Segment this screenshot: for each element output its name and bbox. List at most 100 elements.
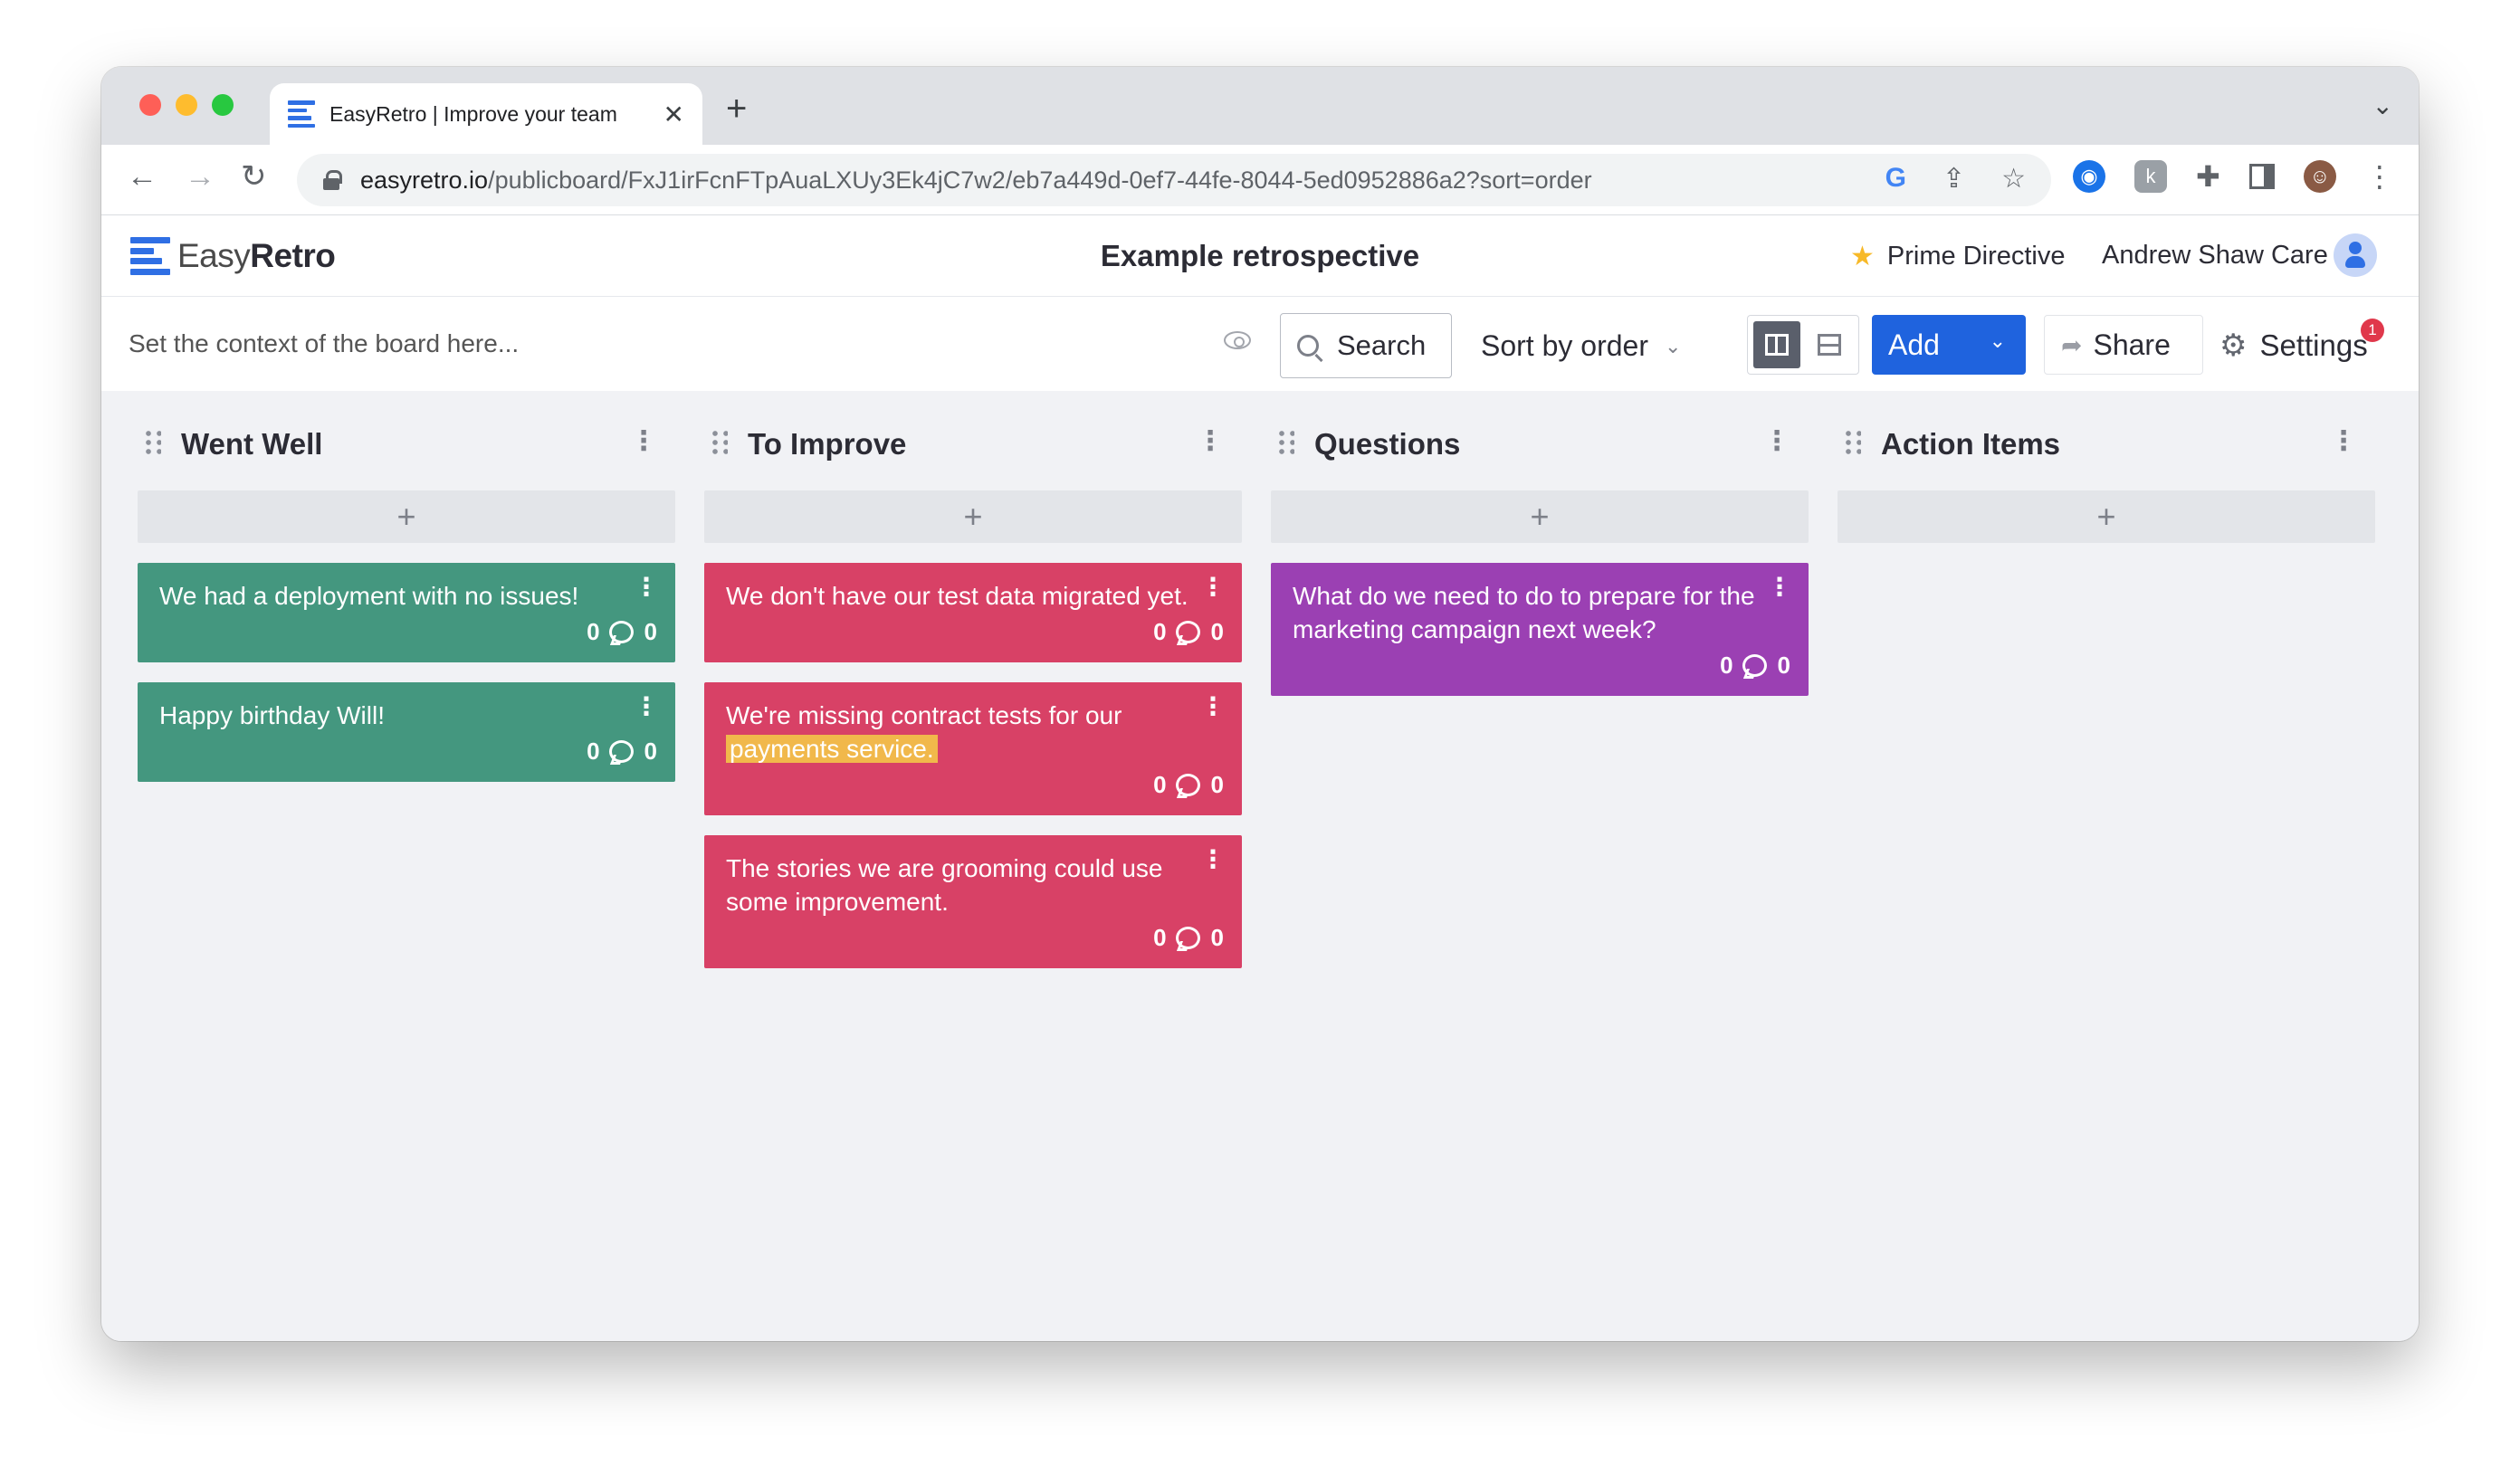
card-menu-icon[interactable]: ⋮ xyxy=(1200,844,1226,874)
card-footer: 0 0 xyxy=(726,771,1224,799)
close-tab-icon[interactable]: ✕ xyxy=(663,100,684,129)
eye-icon[interactable] xyxy=(1224,331,1251,349)
search-button[interactable]: Search xyxy=(1280,313,1452,378)
add-card-button[interactable]: + xyxy=(1271,490,1809,543)
drag-handle-icon[interactable] xyxy=(1843,429,1861,454)
columns-icon xyxy=(1765,334,1789,356)
settings-button[interactable]: ⚙ Settings xyxy=(2219,328,2368,364)
rows-view-button[interactable] xyxy=(1806,321,1853,368)
comment-icon[interactable] xyxy=(1175,774,1200,796)
user-name[interactable]: Andrew Shaw Care xyxy=(2102,241,2328,271)
comment-count: 0 xyxy=(1210,924,1224,951)
browser-toolbar: ← → ↻ easyretro.io/publicboard/FxJ1irFcn… xyxy=(101,145,2419,215)
column-header: To Improve ⋮ xyxy=(704,391,1242,490)
drag-handle-icon[interactable] xyxy=(1276,429,1294,454)
address-bar[interactable]: easyretro.io/publicboard/FxJ1irFcnFTpAua… xyxy=(297,154,2051,206)
add-card-button[interactable]: + xyxy=(138,490,675,543)
card[interactable]: We had a deployment with no issues! ⋮ 0 … xyxy=(138,563,675,662)
new-tab-button[interactable]: + xyxy=(726,90,747,127)
card[interactable]: Happy birthday Will! ⋮ 0 0 xyxy=(138,682,675,782)
card-footer: 0 0 xyxy=(726,618,1224,646)
card-footer: 0 0 xyxy=(726,924,1224,952)
comment-icon[interactable] xyxy=(608,621,634,643)
card-text: We don't have our test data migrated yet… xyxy=(726,582,1188,610)
drag-handle-icon[interactable] xyxy=(710,429,728,454)
drag-handle-icon[interactable] xyxy=(143,429,161,454)
extension-k-icon[interactable]: k xyxy=(2134,160,2167,193)
column-title[interactable]: Action Items xyxy=(1881,427,2060,462)
prime-directive-link[interactable]: ★ Prime Directive xyxy=(1850,241,2066,272)
vote-count[interactable]: 0 xyxy=(587,618,599,646)
prime-directive-label: Prime Directive xyxy=(1886,242,2066,271)
back-icon[interactable]: ← xyxy=(127,161,158,192)
vote-count[interactable]: 0 xyxy=(1153,924,1166,952)
vote-count[interactable]: 0 xyxy=(1153,618,1166,646)
side-panel-icon[interactable] xyxy=(2248,164,2275,189)
add-label: Add xyxy=(1888,328,1940,361)
column-menu-icon[interactable]: ⋮ xyxy=(2330,425,2357,457)
add-card-button[interactable]: + xyxy=(704,490,1242,543)
profile-avatar-icon[interactable]: ☺ xyxy=(2303,160,2336,193)
vote-count[interactable]: 0 xyxy=(1720,652,1732,680)
column-header: Questions ⋮ xyxy=(1271,391,1809,490)
card[interactable]: We don't have our test data migrated yet… xyxy=(704,563,1242,662)
share-button[interactable]: ➦ Share xyxy=(2044,315,2203,375)
browser-window: EasyRetro | Improve your team ✕ + ⌄ ← → … xyxy=(101,67,2419,1341)
extensions-area: ◉ k ✚ ☺ ⋮ xyxy=(2073,159,2394,194)
card[interactable]: What do we need to do to prepare for the… xyxy=(1271,563,1809,696)
column-title[interactable]: Went Well xyxy=(181,427,322,462)
star-icon: ★ xyxy=(1850,242,1875,271)
search-icon xyxy=(1297,335,1319,357)
close-window-button[interactable] xyxy=(139,94,161,116)
omnibox-actions: G ⇪ ☆ xyxy=(1885,163,2026,195)
card-footer: 0 0 xyxy=(1293,652,1790,680)
sort-dropdown[interactable]: Sort by order ⌄ xyxy=(1481,329,1681,363)
add-button[interactable]: Add ⌄ xyxy=(1872,315,2026,375)
column-menu-icon[interactable]: ⋮ xyxy=(1763,425,1790,457)
comment-icon[interactable] xyxy=(1175,621,1200,643)
column-menu-icon[interactable]: ⋮ xyxy=(630,425,657,457)
user-avatar-icon[interactable] xyxy=(2334,233,2377,277)
bookmark-star-icon[interactable]: ☆ xyxy=(2001,163,2026,195)
forward-icon[interactable]: → xyxy=(185,161,215,192)
column-title[interactable]: To Improve xyxy=(748,427,906,462)
vote-count[interactable]: 0 xyxy=(1153,771,1166,799)
tab-search-chevron-icon[interactable]: ⌄ xyxy=(2372,90,2393,120)
column-title[interactable]: Questions xyxy=(1314,427,1460,462)
share-page-icon[interactable]: ⇪ xyxy=(1942,163,1965,195)
url-text[interactable]: easyretro.io/publicboard/FxJ1irFcnFTpAua… xyxy=(360,167,1592,195)
columns-view-button[interactable] xyxy=(1753,321,1800,368)
comment-icon[interactable] xyxy=(1175,927,1200,949)
vote-count[interactable]: 0 xyxy=(587,738,599,766)
column-to-improve: To Improve ⋮ + We don't have our test da… xyxy=(704,391,1242,988)
card-menu-icon[interactable]: ⋮ xyxy=(1767,572,1792,602)
card-menu-icon[interactable]: ⋮ xyxy=(634,572,659,602)
card-menu-icon[interactable]: ⋮ xyxy=(1200,691,1226,721)
chevron-down-icon[interactable]: ⌄ xyxy=(1990,329,2006,353)
comment-icon[interactable] xyxy=(608,740,634,763)
lock-icon[interactable] xyxy=(322,170,342,190)
browser-menu-icon[interactable]: ⋮ xyxy=(2365,159,2394,194)
password-extension-icon[interactable]: ◉ xyxy=(2073,160,2105,193)
board-title[interactable]: Example retrospective xyxy=(101,239,2419,273)
reload-icon[interactable]: ↻ xyxy=(241,161,267,192)
sort-label: Sort by order xyxy=(1481,329,1648,362)
browser-tab-active[interactable]: EasyRetro | Improve your team ✕ xyxy=(270,83,702,145)
minimize-window-button[interactable] xyxy=(176,94,197,116)
card-text: We had a deployment with no issues! xyxy=(159,582,579,610)
card-menu-icon[interactable]: ⋮ xyxy=(1200,572,1226,602)
tab-bar: EasyRetro | Improve your team ✕ + ⌄ xyxy=(101,67,2419,145)
maximize-window-button[interactable] xyxy=(212,94,234,116)
card[interactable]: The stories we are grooming could use so… xyxy=(704,835,1242,968)
app-header: EasyRetro Example retrospective ★ Prime … xyxy=(101,215,2419,297)
card-footer: 0 0 xyxy=(159,618,657,646)
add-card-button[interactable]: + xyxy=(1838,490,2375,543)
column-menu-icon[interactable]: ⋮ xyxy=(1197,425,1224,457)
comment-icon[interactable] xyxy=(1742,654,1767,677)
share-arrow-icon: ➦ xyxy=(2061,330,2083,359)
board-context-input[interactable] xyxy=(129,317,1296,371)
google-icon[interactable]: G xyxy=(1885,163,1906,195)
puzzle-extensions-icon[interactable]: ✚ xyxy=(2196,159,2220,194)
card[interactable]: We're missing contract tests for our paym… xyxy=(704,682,1242,815)
card-menu-icon[interactable]: ⋮ xyxy=(634,691,659,721)
